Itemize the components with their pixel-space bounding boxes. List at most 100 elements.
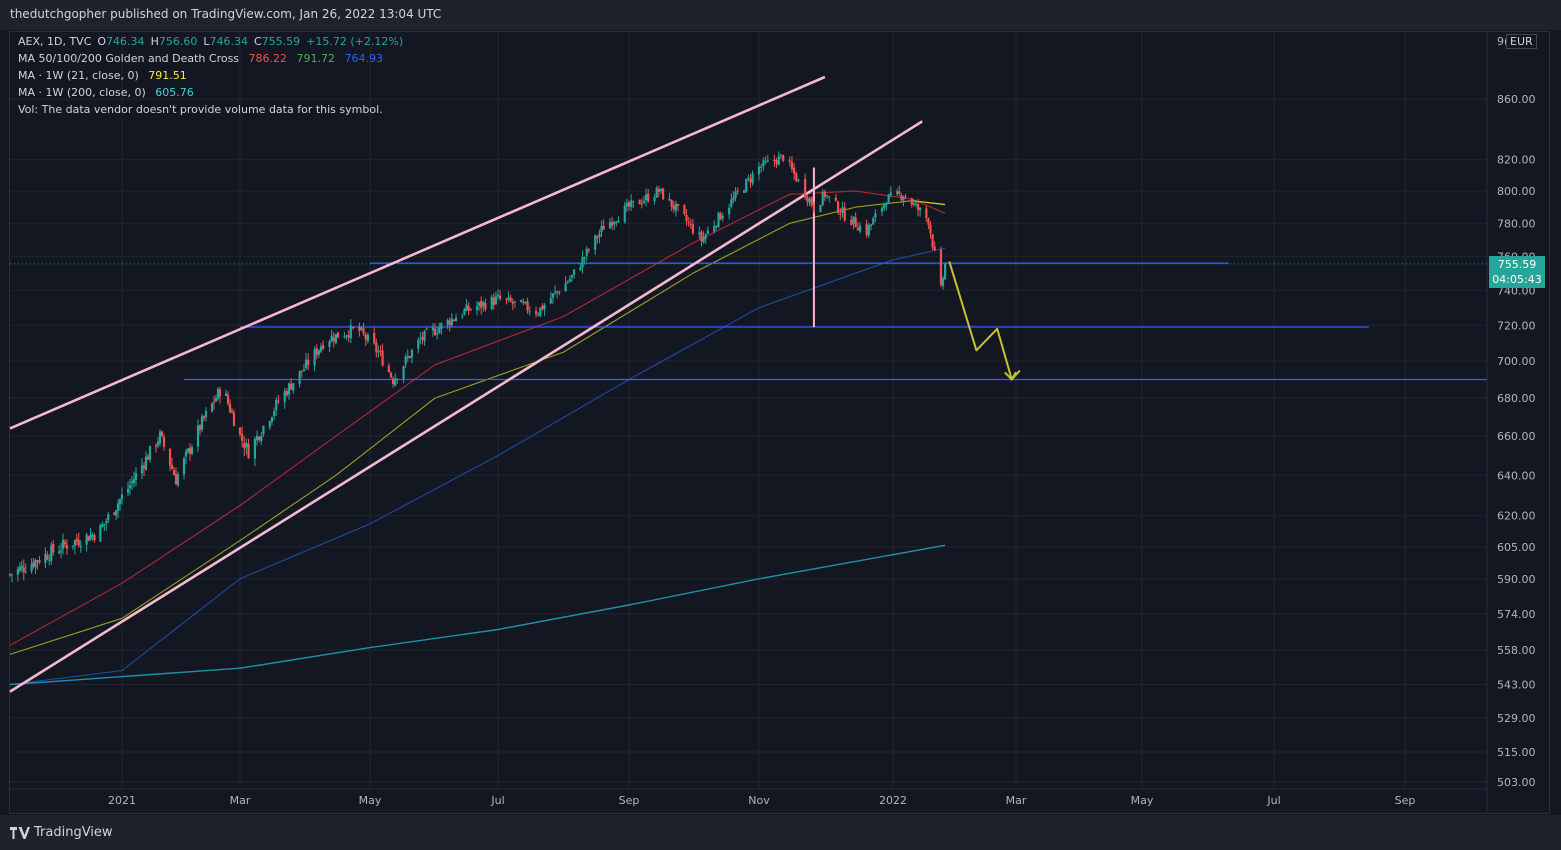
candle-body bbox=[126, 488, 130, 493]
candle-body bbox=[745, 178, 748, 192]
candle-body bbox=[757, 166, 761, 175]
candle-body bbox=[116, 503, 120, 511]
candle-body bbox=[292, 383, 295, 391]
y-tick-label: 660.00 bbox=[1497, 430, 1536, 443]
candle-body bbox=[103, 523, 106, 525]
candle-body bbox=[717, 212, 720, 227]
candle-body bbox=[564, 282, 567, 292]
candle-body bbox=[834, 197, 837, 201]
candle-body bbox=[600, 225, 603, 233]
candle-body bbox=[775, 160, 778, 165]
candle-body bbox=[243, 442, 246, 449]
candle-body bbox=[492, 297, 495, 305]
candle-body bbox=[30, 563, 33, 572]
candle-body bbox=[73, 540, 76, 546]
candle-body bbox=[419, 338, 422, 340]
x-tick-label: May bbox=[1131, 794, 1154, 807]
candle-body bbox=[742, 190, 746, 193]
candle-body bbox=[572, 269, 576, 275]
legend-ma21w-row[interactable]: MA · 1W (21, close, 0) 791.51 bbox=[18, 68, 193, 84]
candle-body bbox=[585, 248, 588, 257]
candle-body bbox=[118, 499, 122, 504]
legend-low: 746.34 bbox=[209, 35, 248, 48]
candle-body bbox=[858, 225, 862, 232]
candle-body bbox=[300, 370, 303, 372]
candle-body bbox=[852, 216, 855, 224]
legend-symbol[interactable]: AEX, 1D, TVC bbox=[18, 35, 91, 48]
currency-badge[interactable]: EUR bbox=[1506, 34, 1537, 49]
candle-body bbox=[275, 399, 278, 411]
candle-body bbox=[452, 319, 456, 321]
candle-body bbox=[581, 256, 584, 268]
legend-ma-cross-row[interactable]: MA 50/100/200 Golden and Death Cross 786… bbox=[18, 51, 389, 67]
legend-ma200w-row[interactable]: MA · 1W (200, close, 0) 605.76 bbox=[18, 85, 200, 101]
legend-c-label: C bbox=[253, 35, 262, 48]
candle-body bbox=[672, 205, 675, 210]
candle-body bbox=[113, 512, 116, 515]
candle-body bbox=[579, 267, 582, 271]
candle-body bbox=[874, 213, 877, 218]
candle-body bbox=[931, 234, 934, 248]
candle-body bbox=[245, 442, 248, 448]
candle-body bbox=[50, 545, 53, 561]
candle-body bbox=[184, 451, 188, 457]
candle-body bbox=[360, 327, 363, 330]
candle-body bbox=[880, 207, 884, 212]
legend-ma50-value: 786.22 bbox=[248, 52, 288, 65]
candle-body bbox=[436, 333, 439, 335]
candle-body bbox=[916, 204, 920, 210]
candle-body bbox=[328, 341, 331, 347]
candle-body bbox=[174, 474, 178, 485]
y-tick-label: 529.00 bbox=[1497, 712, 1536, 725]
candle-body bbox=[160, 431, 164, 437]
candle-body bbox=[65, 544, 69, 549]
candle-body bbox=[668, 198, 671, 201]
candle-body bbox=[944, 263, 947, 280]
x-tick-label: 2021 bbox=[108, 794, 136, 807]
candle-body bbox=[260, 435, 263, 442]
y-tick-label: 820.00 bbox=[1497, 154, 1536, 167]
candle-body bbox=[270, 417, 274, 422]
candle-body bbox=[558, 291, 561, 293]
candle-body bbox=[238, 427, 242, 435]
candle-body bbox=[541, 305, 544, 310]
candle-body bbox=[556, 291, 559, 293]
candle-body bbox=[36, 560, 39, 562]
candle-body bbox=[914, 203, 918, 205]
candle-body bbox=[865, 224, 868, 236]
candle-body bbox=[128, 485, 132, 488]
candle-body bbox=[18, 566, 21, 571]
candle-body bbox=[8, 574, 12, 576]
candle-body bbox=[779, 154, 783, 156]
candle-body bbox=[16, 568, 19, 575]
candle-body bbox=[836, 201, 840, 214]
candle-body bbox=[885, 204, 888, 206]
candle-body bbox=[107, 514, 110, 521]
candle-body bbox=[198, 425, 202, 430]
candle-body bbox=[484, 302, 487, 310]
candle-body bbox=[806, 196, 809, 202]
candle-body bbox=[272, 411, 276, 417]
candle-body bbox=[226, 394, 230, 404]
y-tick-label: 503.00 bbox=[1497, 776, 1536, 789]
candle-body bbox=[216, 388, 220, 399]
candle-body bbox=[391, 378, 395, 385]
candle-body bbox=[596, 236, 599, 239]
candle-body bbox=[898, 191, 901, 194]
candle-body bbox=[46, 554, 49, 560]
candle-body bbox=[933, 246, 936, 250]
legend-ma200w-value: 605.76 bbox=[155, 86, 194, 99]
tradingview-logo[interactable]: TradingView bbox=[10, 825, 113, 840]
candle-body bbox=[319, 346, 323, 352]
candle-body bbox=[475, 306, 479, 311]
candle-body bbox=[526, 301, 529, 311]
candle-body bbox=[130, 481, 134, 484]
y-tick-label: 640.00 bbox=[1497, 469, 1536, 482]
candle-body bbox=[268, 421, 271, 428]
candle-body bbox=[534, 311, 538, 314]
candle-body bbox=[188, 447, 192, 454]
price-chart[interactable]: 2021 Mar May Jul Sep Nov 2022 Mar May Jul Sep 503.0… bbox=[0, 0, 1561, 850]
candle-body bbox=[766, 160, 769, 162]
candle-body bbox=[867, 225, 870, 236]
candle-body bbox=[142, 465, 146, 469]
